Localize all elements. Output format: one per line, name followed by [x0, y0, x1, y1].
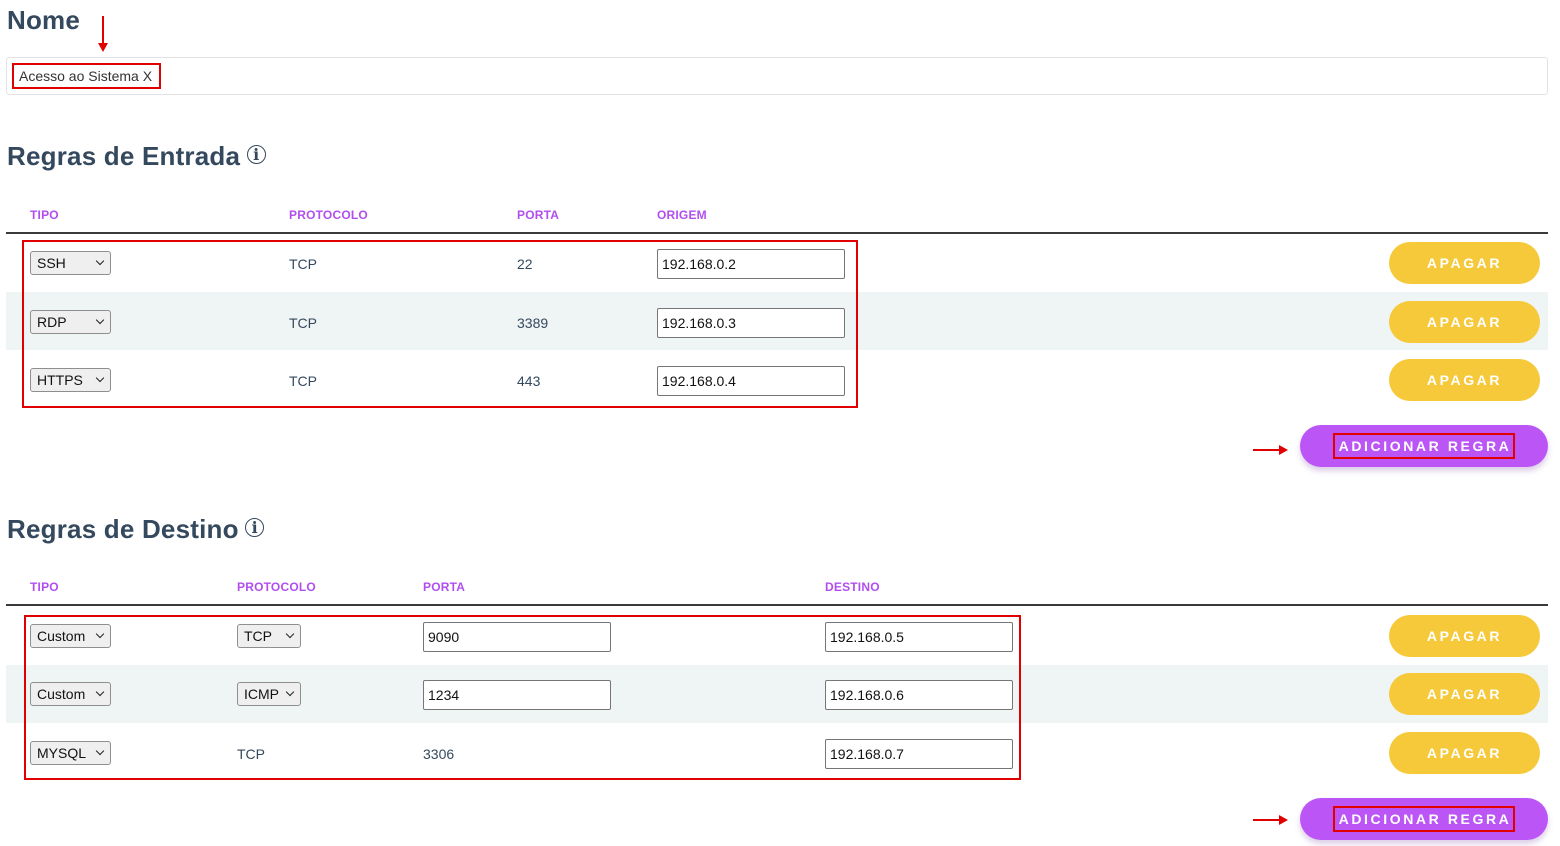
apagar-button[interactable]: APAGAR: [1389, 673, 1540, 715]
entrada-header-origem: ORIGEM: [657, 208, 707, 222]
destino-header-porta: PORTA: [423, 580, 466, 594]
destino-header-protocolo: PROTOCOLO: [237, 580, 316, 594]
entrada-title: Regras de Entrada: [7, 141, 241, 171]
apagar-button[interactable]: APAGAR: [1389, 732, 1540, 774]
entrada-header-tipo: TIPO: [30, 208, 59, 222]
annotation-arrow-right: [1253, 815, 1288, 825]
apagar-button[interactable]: APAGAR: [1389, 242, 1540, 284]
info-icon[interactable]: i: [246, 145, 266, 164]
annotation-highlight-destino: [24, 615, 1021, 780]
entrada-header-porta: PORTA: [517, 208, 560, 222]
apagar-button[interactable]: APAGAR: [1389, 301, 1540, 343]
info-icon[interactable]: i: [245, 518, 265, 537]
entrada-heading: Regras de Entrada i: [7, 141, 266, 172]
destino-heading: Regras de Destino i: [7, 514, 265, 545]
nome-title: Nome: [7, 5, 81, 35]
name-field-value: Acesso ao Sistema X: [19, 68, 153, 84]
add-rule-button[interactable]: ADICIONAR REGRA: [1300, 425, 1548, 467]
annotation-highlight-entrada: [22, 240, 858, 408]
destino-header-destino: DESTINO: [825, 580, 880, 594]
add-rule-label: ADICIONAR REGRA: [1332, 433, 1516, 459]
apagar-button[interactable]: APAGAR: [1389, 359, 1540, 401]
destino-title: Regras de Destino: [7, 514, 239, 544]
destino-header-tipo: TIPO: [30, 580, 59, 594]
add-rule-label: ADICIONAR REGRA: [1332, 806, 1516, 832]
entrada-header-protocolo: PROTOCOLO: [289, 208, 368, 222]
add-rule-button[interactable]: ADICIONAR REGRA: [1300, 798, 1548, 840]
name-field[interactable]: [6, 57, 1548, 95]
apagar-button[interactable]: APAGAR: [1389, 615, 1540, 657]
annotation-arrow-down: [98, 16, 108, 52]
annotation-arrow-right: [1253, 445, 1288, 455]
